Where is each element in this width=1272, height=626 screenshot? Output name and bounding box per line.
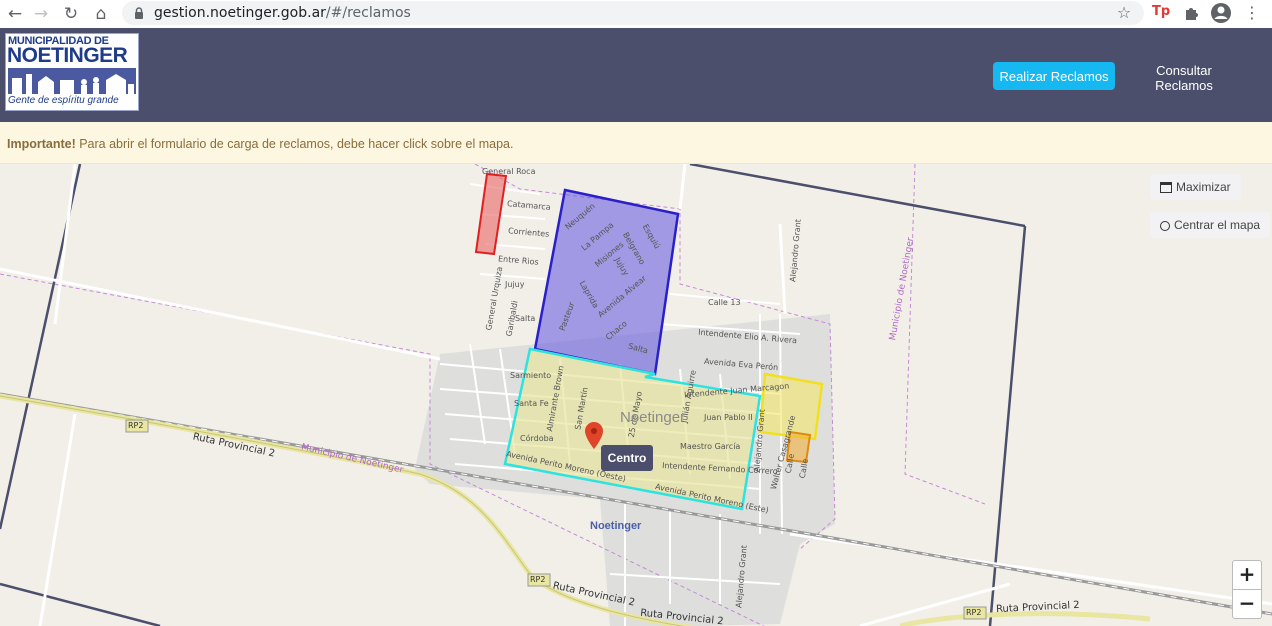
- address-bar[interactable]: gestion.noetinger.gob.ar/#/reclamos: [122, 1, 1144, 25]
- rp2-shield-label: RP2: [966, 608, 982, 617]
- municipality-boundary-east: [904, 164, 986, 505]
- rp2-shield-label: RP2: [128, 421, 144, 430]
- url-text: gestion.noetinger.gob.ar/#/reclamos: [154, 5, 411, 21]
- ruta-provincial-2-east: [899, 611, 1151, 626]
- logo-line2: NOETINGER: [7, 44, 128, 67]
- street-label: Sarmiento: [510, 371, 552, 380]
- url-path: /#/reclamos: [325, 5, 411, 21]
- maximize-button[interactable]: Maximizar: [1150, 174, 1241, 200]
- street-label: Córdoba: [520, 434, 554, 443]
- browser-toolbar: ← → ↻ ⌂ gestion.noetinger.gob.ar/#/recla…: [0, 0, 1272, 29]
- street-label: Salta: [515, 314, 536, 323]
- logo-tagline: Gente de espíritu grande: [8, 95, 119, 106]
- forward-arrow-icon[interactable]: →: [30, 3, 52, 25]
- important-alert: Importante! Para abrir el formulario de …: [0, 122, 1272, 164]
- realizar-reclamos-button[interactable]: Realizar Reclamos: [993, 62, 1115, 90]
- alert-text: Para abrir el formulario de carga de rec…: [75, 137, 514, 151]
- site-header: MUNICIPALIDAD DE NOETINGER Gente de espí…: [0, 28, 1272, 122]
- back-arrow-icon[interactable]: ←: [4, 3, 26, 25]
- street-label: Juan Pablo II: [704, 413, 753, 422]
- skyline-icon: [8, 68, 136, 94]
- center-map-label: Centrar el mapa: [1174, 218, 1261, 232]
- lock-icon: [135, 7, 143, 19]
- zone-blue: [533, 188, 680, 376]
- url-host: gestion.noetinger.gob.ar: [154, 5, 326, 21]
- marker-tooltip: Centro: [601, 445, 653, 471]
- center-map-button[interactable]: Centrar el mapa: [1150, 212, 1271, 238]
- maximize-label: Maximizar: [1176, 180, 1231, 194]
- municipality-logo[interactable]: MUNICIPALIDAD DE NOETINGER Gente de espí…: [5, 33, 139, 111]
- window-icon: [1160, 182, 1172, 194]
- zoom-out-button[interactable]: −: [1232, 589, 1262, 619]
- kebab-menu-icon[interactable]: ⋮: [1244, 3, 1260, 23]
- reload-icon[interactable]: ↻: [60, 3, 82, 25]
- frame-line-bottom: [0, 582, 161, 626]
- rp2-shield-label: RP2: [530, 575, 546, 584]
- alert-strong: Importante!: [7, 137, 76, 151]
- consultar-reclamos-button[interactable]: Consultar Reclamos: [1122, 62, 1246, 93]
- town-station-label: Noetinger: [590, 520, 642, 532]
- circle-icon: [1160, 220, 1170, 231]
- town-name-label: Noetinger: [620, 409, 686, 426]
- extensions-puzzle-icon[interactable]: [1182, 3, 1202, 23]
- street-label: General Roca: [482, 167, 536, 176]
- map-canvas[interactable]: General Roca Catamarca Corrientes Entre …: [0, 164, 1272, 626]
- bookmark-star-icon[interactable]: ☆: [1114, 3, 1134, 23]
- street-label: Jujuy: [505, 280, 525, 289]
- home-icon[interactable]: ⌂: [90, 3, 112, 25]
- alert-message: Importante! Para abrir el formulario de …: [7, 137, 513, 151]
- extension-tp-icon[interactable]: Tp: [1152, 4, 1170, 19]
- street-label: Calle 13: [708, 298, 741, 307]
- zoom-in-button[interactable]: +: [1232, 560, 1262, 590]
- street-label: Santa Fe: [514, 399, 549, 408]
- street-label: Maestro García: [680, 442, 741, 451]
- frame-line-top: [689, 164, 1026, 228]
- profile-avatar-icon[interactable]: [1210, 2, 1232, 24]
